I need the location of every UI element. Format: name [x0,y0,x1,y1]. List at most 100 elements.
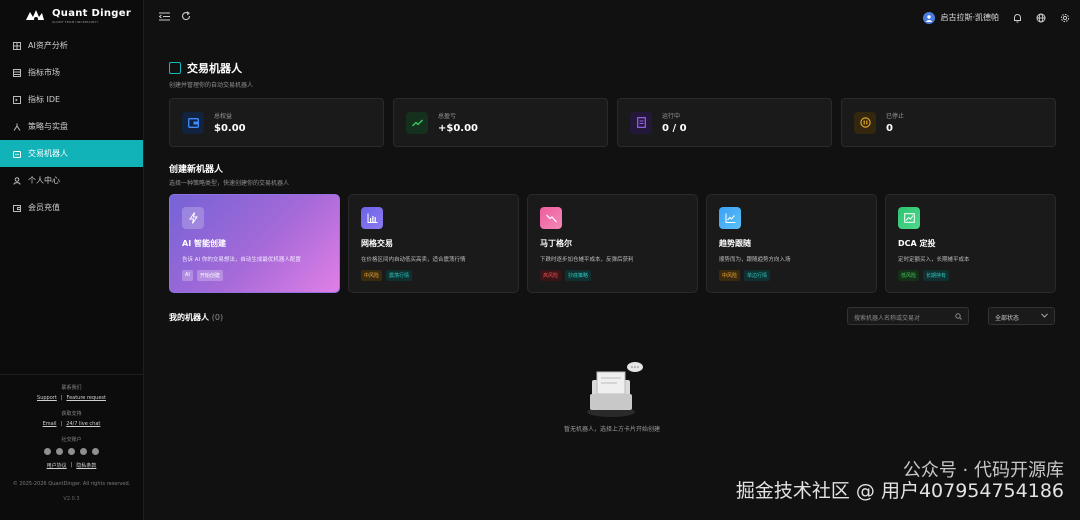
page-title-text: 交易机器人 [187,62,242,75]
bar-chart-icon [361,207,383,229]
stat-value: 0 [886,123,893,134]
sidebar-footer: 联系我们 Support | Feature request 获取支持 Email… [0,374,143,520]
feature-request-link[interactable]: Feature request [66,395,106,401]
stats-row: 总权益 $0.00 总盈亏 +$0.00 运行中 0 / 0 已停止 0 [169,98,1056,147]
stat-stopped: 已停止 0 [841,98,1056,147]
robots-count: (0) [211,313,224,322]
avatar [923,11,936,24]
stat-running: 运行中 0 / 0 [617,98,832,147]
tag: AI [182,270,193,281]
create-section-title: 创建新机器人 [169,165,224,175]
privacy-link[interactable]: 隐私条款 [76,462,96,469]
support-link[interactable]: Support [37,395,57,401]
main-content: 启古拉斯·凯德帕 交易机器人 创建并管理你的自动交易机器人 总权益 $0.00 [144,0,1080,520]
card-desc: 定时定额买入，长期摊平成本 [898,257,970,263]
page-title: 交易机器人 [169,60,1055,76]
page-body: 交易机器人 创建并管理你的自动交易机器人 总权益 $0.00 总盈亏 +$0.00 … [169,60,1056,433]
brand-subtitle: QUANT FROM UNCERTAINTY [52,19,99,24]
stat-value: 0 / 0 [662,123,687,134]
topbar: 启古拉斯·凯德帕 [144,0,1080,32]
store-icon [12,68,21,77]
x-icon[interactable] [56,448,63,455]
menu-collapse-icon[interactable] [158,10,170,22]
sidebar-item-trading-bot[interactable]: 交易机器人 [0,140,143,167]
risk-tag: 中风险 [719,270,741,281]
watermark-line-2: 掘金技术社区 @ 用户407954754186 [735,480,1064,503]
sidebar-item-label: AI资产分析 [28,41,68,50]
bot-type-cards: AI 智能创建 告诉 AI 你的交易想法，自动生成最优机器人配置 AI 开始创建… [169,194,1056,293]
card-grid-trading[interactable]: 网格交易 在价格区间内自动低买高卖，适合震荡行情 中风险 震荡行情 [348,194,519,293]
social-heading: 社交账户 [61,437,82,443]
sidebar-item-label: 指标 IDE [28,95,61,104]
stat-label: 总盈亏 [438,113,457,120]
wallet-icon [182,111,204,134]
card-ai-create[interactable]: AI 智能创建 告诉 AI 你的交易想法，自动生成最优机器人配置 AI 开始创建 [169,194,340,293]
lightning-icon [182,207,204,229]
sidebar-item-label: 个人中心 [28,176,60,185]
risk-tag: 高风险 [540,270,562,281]
bell-icon[interactable] [1013,8,1022,27]
watermark-line-1: 公众号 · 代码开源库 [902,460,1064,482]
sidebar-item-indicator-market[interactable]: 指标市场 [0,59,143,86]
stat-label: 已停止 [886,113,905,120]
card-dca[interactable]: DCA 定投 定时定额买入，长期摊平成本 低风险 长期持有 [885,194,1056,293]
stat-value: $0.00 [214,123,246,134]
card-martingale[interactable]: 马丁格尔 下跌时逐步加仓摊平成本，反弹后获利 高风险 抄底策略 [527,194,698,293]
social-links [0,448,143,455]
empty-state-text: 暂无机器人，选择上方卡片开始创建 [563,426,660,433]
github-icon[interactable] [44,448,51,455]
search-icon [955,313,962,320]
brand-logo[interactable]: Quant Dinger QUANT FROM UNCERTAINTY [0,0,143,32]
market-tag: 震荡行情 [386,270,413,281]
my-robots-label: 我的机器人 [169,313,209,322]
area-chart-icon [898,207,920,229]
card-title: 马丁格尔 [540,239,572,248]
sidebar-item-membership[interactable]: 会员充值 [0,194,143,221]
market-tag: 抄底策略 [565,270,592,281]
logo-icon [26,10,44,21]
live-chat-link[interactable]: 24/7 live chat [66,421,100,427]
trend-up-icon [406,111,428,134]
robot-search-input[interactable]: 搜索机器人名称或交易对 [847,307,969,325]
market-tag: 长期持有 [923,270,950,281]
user-icon [12,176,21,185]
trend-down-icon [540,207,562,229]
copyright: © 2025-2026 QuantDinger. All rights rese… [12,481,131,487]
robot-icon [12,149,21,158]
sidebar-item-label: 策略与实盘 [28,122,68,131]
stat-label: 运行中 [662,113,681,120]
robot-icon [169,62,181,74]
sidebar-item-profile[interactable]: 个人中心 [0,167,143,194]
sidebar-item-indicator-ide[interactable]: 指标 IDE [0,86,143,113]
card-trend-following[interactable]: 趋势跟随 顺势而为，跟随趋势方向入场 中风险 单边行情 [706,194,877,293]
strategy-icon [12,122,21,131]
empty-state: 暂无机器人，选择上方卡片开始创建 [169,360,1055,433]
sidebar: Quant Dinger QUANT FROM UNCERTAINTY AI资产… [0,0,144,520]
email-link[interactable]: Email [43,421,57,427]
youtube-icon[interactable] [92,448,99,455]
watermark: 公众号 · 代码开源库 掘金技术社区 @ 用户407954754186 [736,461,1064,502]
sidebar-item-ai-analysis[interactable]: AI资产分析 [0,32,143,59]
user-menu[interactable]: 启古拉斯·凯德帕 [923,11,999,24]
discord-icon[interactable] [68,448,75,455]
sidebar-nav: AI资产分析 指标市场 指标 IDE 策略与实盘 交易机器人 个人中心 会员充值 [0,32,143,221]
user-name: 启古拉斯·凯德帕 [940,13,999,22]
refresh-icon[interactable] [180,10,192,22]
status-filter-value: 全部状态 [995,315,1020,322]
sidebar-item-label: 交易机器人 [28,149,68,158]
settings-gear-icon[interactable] [1060,8,1070,27]
start-create-tag[interactable]: 开始创建 [196,270,223,281]
card-desc: 顺势而为，跟随趋势方向入场 [719,257,791,263]
search-placeholder: 搜索机器人名称或交易对 [854,315,921,322]
stat-value: +$0.00 [438,123,479,134]
sidebar-item-strategy[interactable]: 策略与实盘 [0,113,143,140]
code-icon [12,95,21,104]
chart-grid-icon [12,41,21,50]
terms-link[interactable]: 用户协议 [47,462,67,469]
risk-tag: 低风险 [898,270,920,281]
sidebar-item-label: 会员充值 [28,203,60,212]
status-filter-select[interactable]: 全部状态 [988,307,1055,325]
globe-icon[interactable] [1036,8,1046,27]
telegram-icon[interactable] [80,448,87,455]
wallet-icon [12,203,21,212]
